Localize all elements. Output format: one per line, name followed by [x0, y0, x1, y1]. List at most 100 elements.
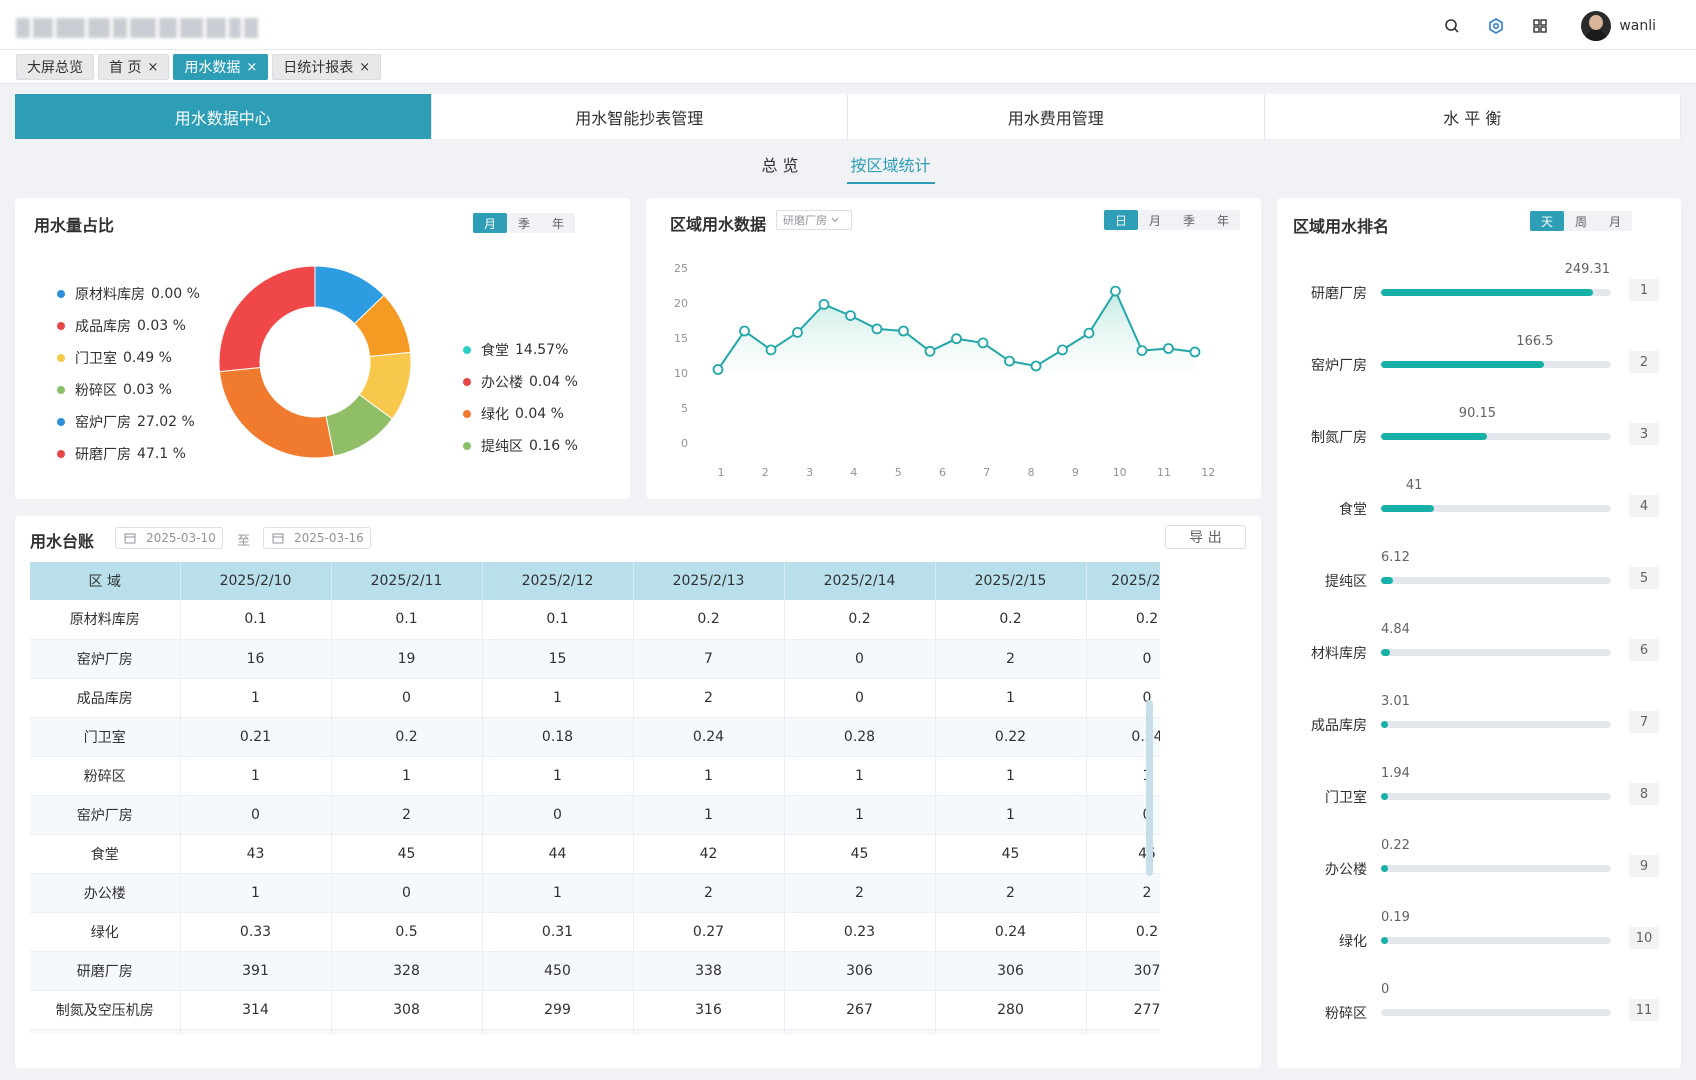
rank-index: 1	[1629, 279, 1659, 301]
data-point	[765, 344, 777, 356]
pie-slice	[218, 265, 316, 373]
table-cell: 0.5	[331, 912, 483, 952]
table-row: 原材料库房 0.1 0.1 0.1 0.2 0.2 0.2 0.2	[30, 600, 1160, 640]
main-tab[interactable]: 水 平 衡	[1264, 94, 1681, 139]
rank-bar-fill	[1381, 937, 1388, 944]
rank-index: 6	[1629, 639, 1659, 661]
table-cell: 2	[935, 639, 1087, 679]
table-cell: 1	[180, 678, 332, 718]
column-header: 2025/2/10	[180, 562, 332, 600]
table-cell: 306	[935, 951, 1087, 991]
tag-item[interactable]: 日统计报表 ×	[272, 54, 382, 80]
data-point	[739, 325, 750, 337]
table-cell: 267	[784, 990, 936, 1030]
tag-item[interactable]: 用水数据 ×	[173, 54, 269, 80]
table-cell: 1	[180, 873, 332, 913]
table-cell: 0.2	[633, 600, 785, 640]
period-option[interactable]: 周	[1564, 211, 1598, 231]
avatar[interactable]	[1581, 11, 1612, 41]
column-header: 2025/2/12	[482, 562, 634, 600]
sub-tab[interactable]: 按区域统计	[846, 152, 935, 184]
rank-value: 166.5	[1516, 334, 1554, 349]
tag-item[interactable]: 大屏总览	[16, 54, 94, 80]
close-icon[interactable]: ×	[246, 60, 257, 75]
table-cell: 308	[331, 990, 483, 1030]
period-option[interactable]: 季	[507, 213, 541, 233]
legend-name: 研磨厂房	[75, 447, 131, 463]
search-icon[interactable]	[1441, 15, 1463, 37]
legend-item: 粉碎区 0.03 %	[57, 374, 200, 406]
table-cell: 0.28	[784, 717, 936, 757]
period-option[interactable]: 年	[1206, 210, 1240, 230]
rank-name: 粉碎区	[1325, 1006, 1367, 1022]
table-cell: 1	[935, 756, 1087, 796]
date-from-input[interactable]: 2025-03-10	[115, 527, 223, 549]
rank-name: 制氮厂房	[1311, 430, 1367, 446]
legend-dot	[57, 418, 65, 426]
rank-index: 9	[1629, 855, 1659, 877]
rank-row: 门卫室 1.94 8	[1277, 754, 1663, 826]
rank-bar-fill	[1381, 721, 1388, 728]
main-tab[interactable]: 用水费用管理	[848, 94, 1265, 139]
legend-name: 办公楼	[481, 375, 523, 391]
main-tabs: 用水数据中心 用水智能抄表管理 用水费用管理水 平 衡	[15, 94, 1681, 139]
username[interactable]: wanli	[1619, 18, 1656, 34]
table-cell: 0	[331, 873, 483, 913]
table-cell: 2	[633, 873, 785, 913]
rank-name: 办公楼	[1325, 862, 1367, 878]
column-header: 2025/2/11	[331, 562, 483, 600]
period-option[interactable]: 月	[473, 213, 507, 233]
tag-item[interactable]: 首 页 ×	[98, 54, 170, 80]
card-title: 用水量占比	[34, 216, 115, 235]
table-cell: 338	[633, 951, 785, 991]
legend-name: 提纯区	[481, 439, 523, 455]
row-area-cell: 门卫室	[30, 717, 181, 757]
ledger-table-wrap[interactable]: 区 域 2025/2/10 2025/2/11 2025/2/12 2025/2/13 2…	[30, 562, 1160, 1034]
table-row: 食堂43454442454545	[30, 834, 1160, 874]
rank-row: 办公楼 0.22 9	[1277, 826, 1663, 898]
close-icon[interactable]: ×	[359, 60, 370, 75]
data-point	[977, 337, 989, 349]
app-logo	[16, 18, 259, 38]
rank-row: 绿化 0.19 10	[1277, 898, 1663, 970]
period-option[interactable]: 年	[541, 213, 575, 233]
table-cell: 45	[935, 834, 1087, 874]
close-icon[interactable]: ×	[147, 60, 158, 75]
legend-dot	[463, 378, 471, 386]
export-button[interactable]: 导 出	[1165, 525, 1246, 549]
main-tab[interactable]: 用水数据中心	[15, 94, 432, 139]
rank-name: 门卫室	[1325, 790, 1367, 806]
settings-icon[interactable]	[1485, 15, 1507, 37]
rank-bar-fill	[1381, 649, 1391, 656]
column-header: 2025/2/14	[784, 562, 936, 600]
table-scrollbar[interactable]	[1146, 700, 1153, 876]
x-tick-label: 9	[1072, 466, 1079, 479]
date-to-input[interactable]: 2025-03-16	[263, 527, 371, 549]
period-option[interactable]: 月	[1598, 211, 1632, 231]
ranking-list: 研磨厂房 249.31 1 窑炉厂房 166.5 2 制氮厂房 90.15 3 食堂 41 4 提纯区 6…	[1277, 250, 1663, 1042]
table-cell: 0.24	[633, 717, 785, 757]
date-from-value: 2025-03-10	[146, 531, 216, 545]
legend-item: 原材料库房 0.00 %	[57, 278, 200, 310]
legend-value: 0.16 %	[529, 438, 578, 454]
table-cell: 391	[180, 951, 332, 991]
x-tick-label: 4	[850, 466, 857, 479]
sub-tab[interactable]: 总 览	[761, 152, 798, 184]
data-point	[792, 327, 803, 338]
ledger-table: 区 域 2025/2/10 2025/2/11 2025/2/12 2025/2/13 2…	[30, 562, 1160, 1034]
table-cell: 1	[180, 756, 332, 796]
main-tab[interactable]: 用水智能抄表管理	[431, 94, 848, 139]
rank-name: 成品库房	[1311, 718, 1367, 734]
table-cell: 0.2	[784, 600, 936, 640]
legend-name: 粉碎区	[75, 383, 117, 399]
area-select[interactable]: 研磨厂房	[776, 210, 852, 230]
period-option[interactable]: 日	[1104, 210, 1138, 230]
period-option[interactable]: 季	[1172, 210, 1206, 230]
period-option[interactable]: 天	[1530, 211, 1564, 231]
period-option[interactable]: 月	[1138, 210, 1172, 230]
grid-icon[interactable]	[1529, 15, 1551, 37]
rank-bar-fill	[1381, 577, 1393, 584]
table-cell: 2	[784, 873, 936, 913]
legend-name: 食堂	[481, 343, 509, 359]
table-cell: 0.27	[633, 912, 785, 952]
